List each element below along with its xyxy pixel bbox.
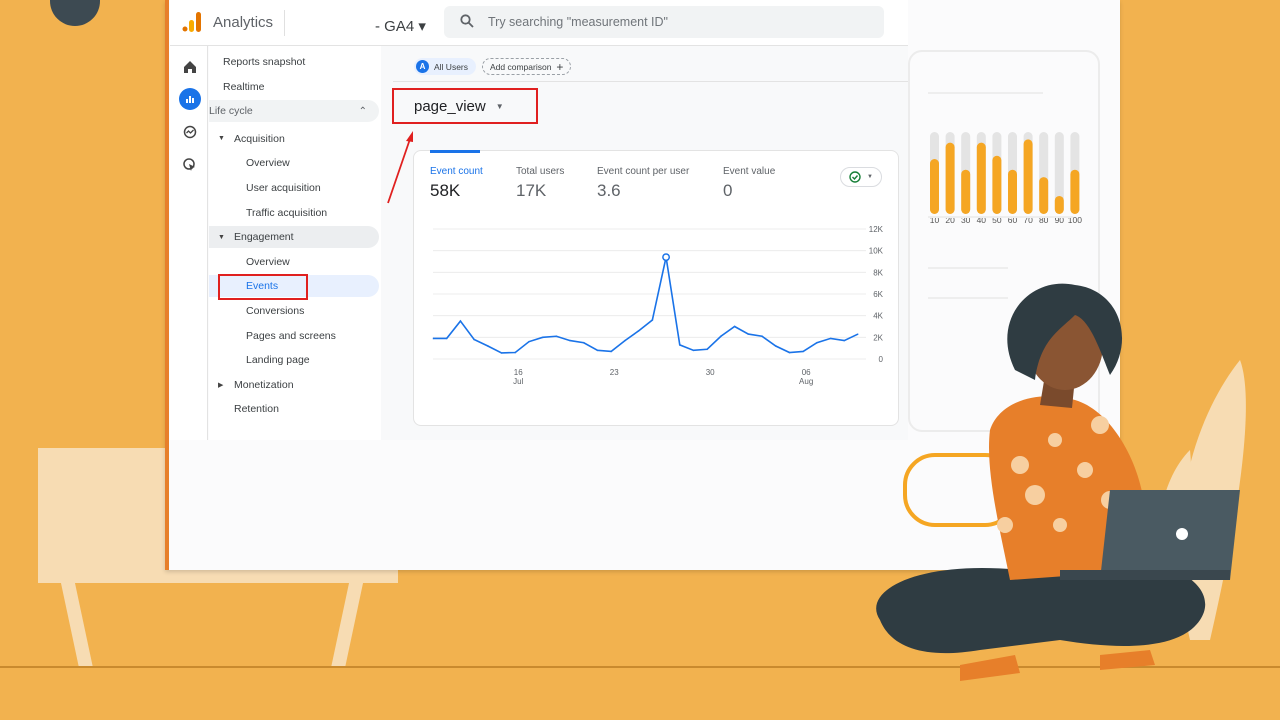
sidebar-item-label: Conversions bbox=[246, 305, 305, 317]
analytics-logo-icon bbox=[182, 12, 201, 32]
sidebar-item-label: Traffic acquisition bbox=[246, 206, 328, 219]
add-comparison-label: Add comparison bbox=[490, 61, 552, 72]
advertising-icon[interactable] bbox=[179, 154, 201, 176]
sidebar-item-overview[interactable]: Overview bbox=[209, 251, 379, 273]
woman-with-laptop-illustration bbox=[876, 283, 1246, 681]
sidebar-nav: Reports snapshot Realtime Life cycle ⌃ ▼ Acqu… bbox=[209, 46, 381, 440]
sidebar-item-events[interactable]: Events bbox=[209, 274, 379, 301]
sidebar-item-label: Overview bbox=[246, 255, 290, 268]
chevron-up-icon[interactable]: ⌃ bbox=[359, 106, 367, 117]
y-tick-label: 10K bbox=[869, 247, 884, 256]
sidebar-item-landing-page[interactable]: Landing page bbox=[209, 349, 379, 371]
segment-avatar: A bbox=[416, 60, 429, 73]
sidebar-item-label: Pages and screens bbox=[246, 329, 336, 342]
bar bbox=[1023, 139, 1033, 214]
search-icon bbox=[460, 14, 474, 28]
sidebar-item-label: Acquisition bbox=[234, 132, 285, 145]
x-tick-label: 16 Jul bbox=[513, 368, 523, 386]
x-tick-label: 06 Aug bbox=[799, 368, 813, 386]
event-count-line-chart: 02K4K6K8K10K12K16 Jul23 30 06 Aug bbox=[432, 225, 884, 386]
segment-chip[interactable]: A All Users bbox=[414, 58, 477, 75]
chart-card: Event count 58K Total users 17K Event count … bbox=[413, 150, 899, 426]
search-bar[interactable]: Try searching "measurement ID" bbox=[444, 6, 884, 38]
event-selector[interactable]: page_view ▼ bbox=[392, 88, 538, 124]
divider bbox=[928, 216, 1073, 218]
caret-down-icon: ▼ bbox=[218, 233, 225, 241]
bar bbox=[961, 169, 971, 214]
home-icon[interactable] bbox=[179, 56, 201, 78]
plus-icon: + bbox=[556, 59, 564, 74]
decorative-bar-chart: 10 20 30 40 50 60 70 80 90 100 bbox=[930, 132, 1082, 225]
x-tick-month: Aug bbox=[799, 377, 813, 386]
property-selector[interactable]: - GA4 ▾ bbox=[375, 17, 426, 35]
search-placeholder: Try searching "measurement ID" bbox=[488, 15, 668, 29]
caret-right-icon: ▶ bbox=[218, 381, 224, 389]
sidebar-item-label: Engagement bbox=[234, 231, 294, 244]
bar bbox=[930, 159, 939, 214]
data-point bbox=[662, 253, 671, 262]
sidebar-item-conversions[interactable]: Conversions bbox=[209, 300, 379, 322]
dropdown-arrow-icon: ▼ bbox=[495, 101, 504, 111]
x-tick-label: 23 bbox=[610, 368, 619, 377]
sidebar-item-label: Overview bbox=[246, 157, 290, 170]
lamp-illustration bbox=[50, 0, 100, 26]
sidebar-item-reports-snapshot[interactable]: Reports snapshot bbox=[209, 51, 379, 73]
sidebar-item-monetization[interactable]: ▶ Monetization bbox=[209, 374, 379, 396]
bar bbox=[976, 142, 986, 214]
event-name: page_view bbox=[414, 97, 486, 115]
app-title: Analytics bbox=[213, 14, 274, 31]
sidebar-item-label: Retention bbox=[234, 403, 279, 416]
bar bbox=[1070, 169, 1080, 214]
divider bbox=[284, 10, 285, 36]
sidebar-item-pages-and-screens[interactable]: Pages and screens bbox=[209, 325, 379, 347]
sidebar-item-traffic-acquisition[interactable]: Traffic acquisition bbox=[209, 202, 379, 224]
sidebar-item-overview[interactable]: Overview bbox=[209, 152, 379, 174]
sidebar-item-user-acquisition[interactable]: User acquisition bbox=[209, 177, 379, 199]
sidebar-item-label: Life cycle bbox=[209, 105, 253, 118]
cabinet-leg bbox=[60, 583, 94, 668]
divider bbox=[393, 81, 908, 82]
sidebar-item-label: Realtime bbox=[223, 80, 265, 93]
cabinet-leg bbox=[330, 583, 364, 668]
sidebar-item-label: Reports snapshot bbox=[223, 56, 306, 68]
bar bbox=[1008, 169, 1017, 214]
caret-down-icon: ▼ bbox=[218, 135, 225, 143]
segment-label: All Users bbox=[434, 61, 469, 72]
sidebar-item-life-cycle[interactable]: Life cycle ⌃ bbox=[209, 100, 379, 123]
sidebar-item-acquisition[interactable]: ▼ Acquisition bbox=[209, 128, 379, 150]
y-tick-label: 12K bbox=[869, 225, 884, 234]
event-count-series-line bbox=[433, 256, 859, 354]
bar bbox=[1039, 177, 1049, 214]
bar bbox=[992, 155, 1002, 214]
explore-icon[interactable] bbox=[179, 121, 201, 143]
icon-rail bbox=[170, 46, 208, 440]
add-comparison-button[interactable]: Add comparison + bbox=[482, 58, 572, 75]
sidebar-item-label: Monetization bbox=[234, 378, 294, 391]
sidebar-item-label: Landing page bbox=[246, 354, 310, 367]
reports-icon[interactable] bbox=[179, 88, 201, 110]
x-tick-label: 30 bbox=[706, 368, 715, 377]
sidebar-item-retention[interactable]: Retention bbox=[209, 398, 379, 420]
highlight-box bbox=[218, 274, 308, 301]
sidebar-item-engagement[interactable]: ▼ Engagement bbox=[209, 226, 379, 249]
sidebar-item-label: User acquisition bbox=[246, 182, 321, 194]
x-tick-month: Jul bbox=[513, 377, 523, 386]
bar bbox=[1054, 195, 1064, 214]
sidebar-item-realtime[interactable]: Realtime bbox=[209, 76, 379, 98]
bar bbox=[945, 142, 955, 214]
